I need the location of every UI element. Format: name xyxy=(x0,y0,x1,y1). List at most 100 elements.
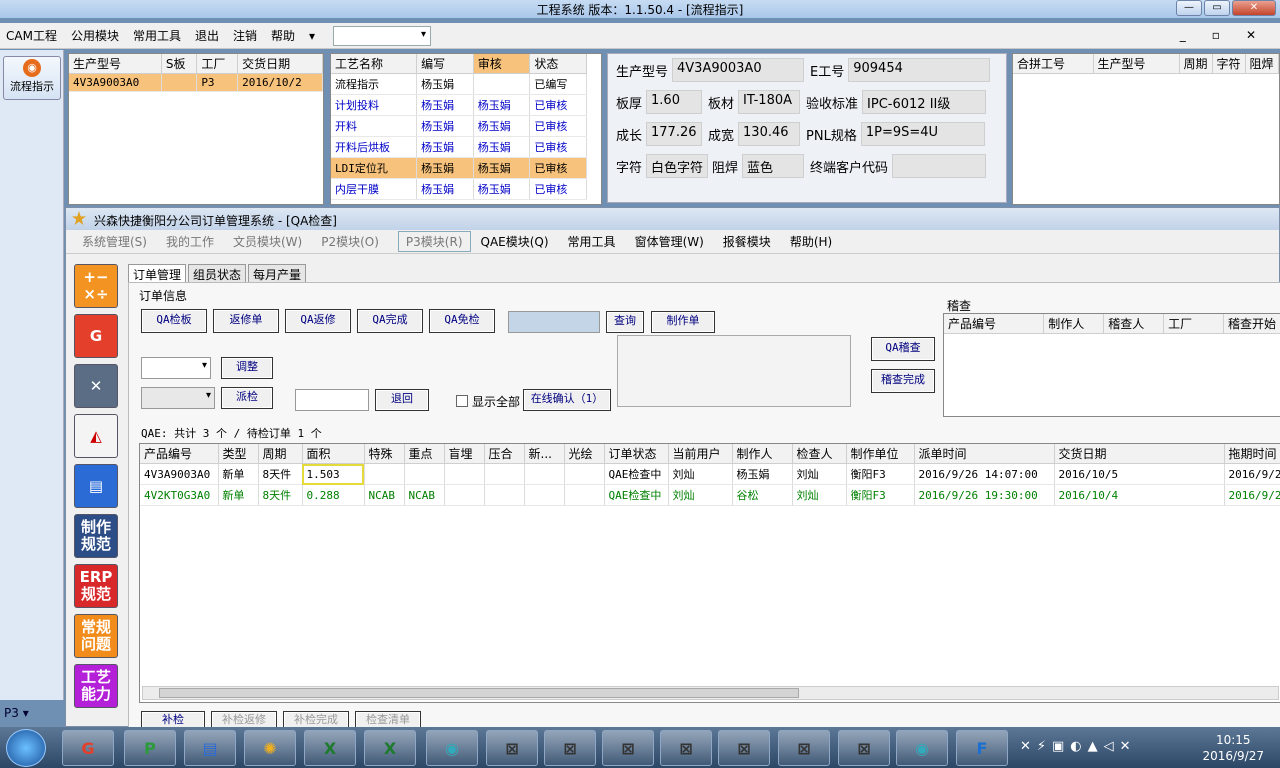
make-button[interactable]: 制作单 xyxy=(651,311,715,333)
col-header[interactable]: 工厂 xyxy=(1163,314,1224,334)
start-button[interactable] xyxy=(6,729,46,767)
horizontal-scrollbar[interactable] xyxy=(142,686,1279,700)
table-row[interactable]: 开料 杨玉娟 杨玉娟 已审核 xyxy=(331,115,587,137)
menu-logout[interactable]: 注销 xyxy=(233,27,257,44)
col-header[interactable]: 字符 xyxy=(1212,54,1246,74)
clock[interactable]: 10:15 2016/9/27 xyxy=(1202,732,1264,764)
chart-icon[interactable]: ◭ xyxy=(74,414,118,458)
taskbar-g-icon[interactable]: G xyxy=(62,730,114,766)
dispatch-button[interactable]: 派检 xyxy=(221,387,273,409)
table-row[interactable]: 计划投料 杨玉娟 杨玉娟 已审核 xyxy=(331,94,587,116)
qa-exempt-button[interactable]: QA免检 xyxy=(429,309,495,333)
rework-button[interactable]: 返修单 xyxy=(213,309,279,333)
close-button[interactable]: ✕ xyxy=(1232,0,1276,16)
mdi-minimize-icon[interactable]: _ xyxy=(1180,28,1186,42)
col-header[interactable]: 阻焊 xyxy=(1245,54,1279,74)
maximize-button[interactable]: ▭ xyxy=(1204,0,1230,16)
menu-tools[interactable]: 常用工具 xyxy=(568,233,616,250)
select-combo-1[interactable]: ▾ xyxy=(141,357,211,379)
return-input[interactable] xyxy=(295,389,369,411)
table-row[interactable]: 4V3A9003A0 新单 8天件 1.503 QAE检查中 刘灿 杨玉娟 刘灿 衡阳F3 201… xyxy=(140,463,1280,485)
col-header[interactable]: 稽查开始 xyxy=(1223,314,1280,334)
qa-rework-button[interactable]: QA返修 xyxy=(285,309,351,333)
taskbar-excel-icon[interactable]: X xyxy=(364,730,416,766)
col-header[interactable]: 周期 xyxy=(1179,54,1213,74)
col-header[interactable]: 产品编号 xyxy=(140,444,219,464)
taskbar-window-icon[interactable]: ⊠ xyxy=(486,730,538,766)
taskbar-p-icon[interactable]: P xyxy=(124,730,176,766)
menu-common-module[interactable]: 公用模块 xyxy=(71,27,119,44)
menu-system[interactable]: 系统管理(S) xyxy=(82,233,147,250)
menu-tools[interactable]: 常用工具 xyxy=(133,27,181,44)
table-row[interactable]: 内层干膜 杨玉娟 杨玉娟 已审核 xyxy=(331,178,587,200)
notes-area[interactable] xyxy=(617,335,851,407)
taskbar-window-icon[interactable]: ⊠ xyxy=(660,730,712,766)
col-header[interactable]: 派单时间 xyxy=(914,444,1055,464)
save-icon[interactable]: ▤ xyxy=(74,464,118,508)
search-input[interactable] xyxy=(508,311,600,333)
col-header[interactable]: 交货日期 xyxy=(237,54,323,74)
common-issue-button[interactable]: 常规问题 xyxy=(74,614,118,658)
col-header[interactable]: 重点 xyxy=(404,444,445,464)
table-row[interactable]: 流程指示 杨玉娟 已编写 xyxy=(331,73,587,95)
col-header[interactable]: 拖期时间 xyxy=(1224,444,1280,464)
left-combo[interactable]: P3 ▾ xyxy=(4,706,48,724)
col-header[interactable]: 制作人 xyxy=(1043,314,1105,334)
col-header[interactable]: 交货日期 xyxy=(1054,444,1225,464)
return-button[interactable]: 退回 xyxy=(375,389,429,411)
col-header[interactable]: 生产型号 xyxy=(1093,54,1180,74)
col-header[interactable]: 审核 xyxy=(473,54,531,74)
col-header[interactable]: 工艺名称 xyxy=(331,54,418,74)
col-header[interactable]: 特殊 xyxy=(364,444,405,464)
qa-done-button[interactable]: QA完成 xyxy=(357,309,423,333)
col-header[interactable]: 检查人 xyxy=(792,444,847,464)
online-confirm-button[interactable]: 在线确认（1） xyxy=(523,389,611,411)
process-capability-button[interactable]: 工艺能力 xyxy=(74,664,118,708)
col-header[interactable]: 面积 xyxy=(302,444,365,464)
table-row[interactable]: 开料后烘板 杨玉娟 杨玉娟 已审核 xyxy=(331,136,587,158)
col-header[interactable]: 稽查人 xyxy=(1103,314,1165,334)
col-header[interactable]: 订单状态 xyxy=(604,444,669,464)
col-header[interactable]: 编写 xyxy=(416,54,474,74)
col-header[interactable]: 周期 xyxy=(258,444,303,464)
outer-combo[interactable] xyxy=(333,25,432,46)
table-row[interactable]: LDI定位孔 杨玉娟 杨玉娟 已审核 xyxy=(331,157,587,179)
mdi-restore-icon[interactable]: ▫ xyxy=(1212,28,1220,42)
col-header[interactable]: 类型 xyxy=(218,444,259,464)
col-header[interactable]: 光绘 xyxy=(564,444,605,464)
flow-indicator-button[interactable]: ◉ 流程指示 xyxy=(3,56,61,100)
col-header[interactable]: 盲埋 xyxy=(444,444,485,464)
erp-spec-button[interactable]: ERP规范 xyxy=(74,564,118,608)
calculator-icon[interactable]: +− ×÷ xyxy=(74,264,118,308)
menu-p2[interactable]: P2模块(O) xyxy=(321,233,379,250)
qa-check-button[interactable]: QA检板 xyxy=(141,309,207,333)
menu-p3[interactable]: P3模块(R) xyxy=(397,231,471,252)
logo-g-icon[interactable]: G xyxy=(74,314,118,358)
show-all-checkbox[interactable] xyxy=(456,395,468,407)
taskbar-app-icon[interactable]: ◉ xyxy=(426,730,478,766)
spec-button[interactable]: 制作规范 xyxy=(74,514,118,558)
minimize-button[interactable]: — xyxy=(1176,0,1202,16)
table-row[interactable]: 4V3A9003A0 P3 2016/10/2 xyxy=(69,73,323,92)
tray-icons[interactable]: ✕⚡▣◐▲◁✕ xyxy=(1020,739,1137,754)
menu-window[interactable]: 窗体管理(W) xyxy=(635,233,704,250)
col-header[interactable]: 制作单位 xyxy=(846,444,915,464)
col-header[interactable]: 制作人 xyxy=(732,444,793,464)
col-header[interactable]: 工厂 xyxy=(196,54,239,74)
taskbar-excel-icon[interactable]: X xyxy=(304,730,356,766)
help-dropdown-icon[interactable]: ▾ xyxy=(309,29,315,43)
taskbar-f-icon[interactable]: F xyxy=(956,730,1008,766)
col-header[interactable]: 压合 xyxy=(484,444,525,464)
scroll-thumb[interactable] xyxy=(159,688,799,698)
taskbar-shell-icon[interactable]: ✺ xyxy=(244,730,296,766)
taskbar-window-icon[interactable]: ⊠ xyxy=(544,730,596,766)
tools-icon[interactable]: ✕ xyxy=(74,364,118,408)
adjust-button[interactable]: 调整 xyxy=(221,357,273,379)
col-header[interactable]: 产品编号 xyxy=(944,314,1045,334)
menu-qae[interactable]: QAE模块(Q) xyxy=(481,233,549,250)
taskbar-save-icon[interactable]: ▤ xyxy=(184,730,236,766)
menu-cam[interactable]: CAM工程 xyxy=(6,27,57,44)
tab-member-status[interactable]: 组员状态 xyxy=(188,264,247,284)
col-header[interactable]: 新... xyxy=(524,444,565,464)
mdi-close-icon[interactable]: ✕ xyxy=(1246,28,1256,42)
